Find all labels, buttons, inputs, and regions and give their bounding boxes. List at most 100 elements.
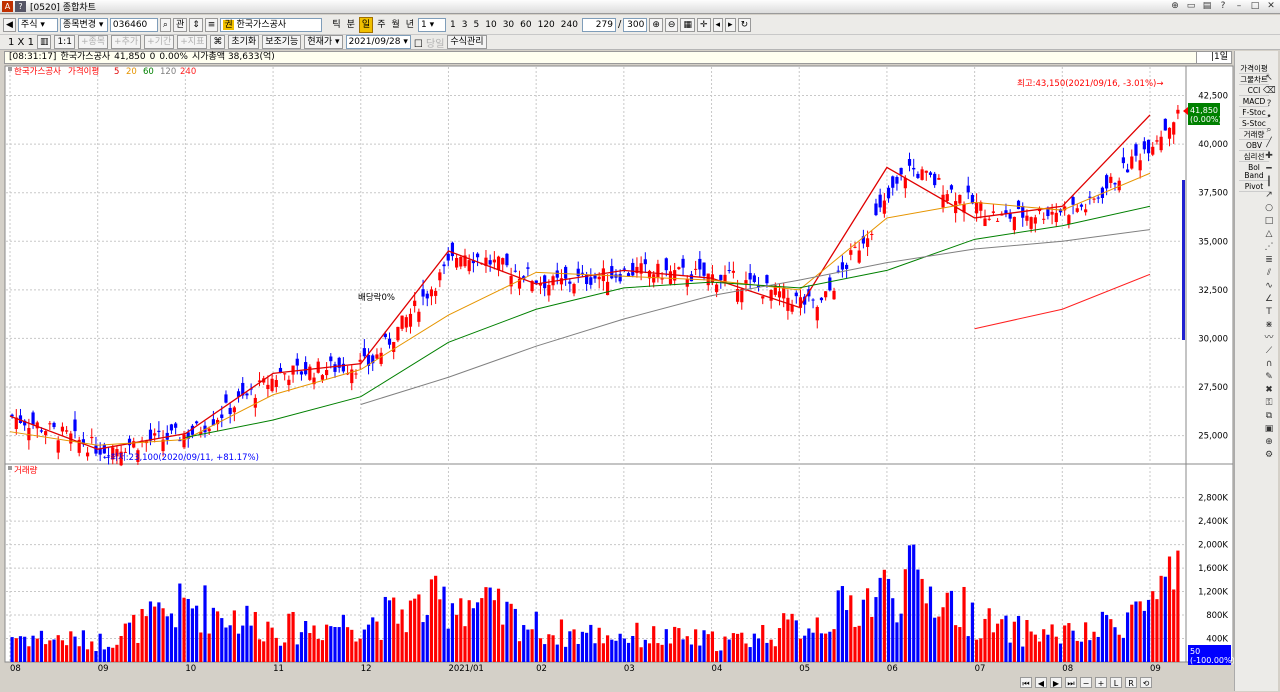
x-tick-label: 04: [712, 664, 723, 674]
candle-body: [840, 262, 845, 270]
fibo-icon[interactable]: ≣: [1263, 254, 1275, 266]
candle-body: [1071, 197, 1075, 205]
volume-tick-label: 2,400K: [1198, 517, 1228, 527]
first-icon[interactable]: ⏮: [1020, 676, 1032, 688]
trend-line-icon[interactable]: ╱: [1263, 137, 1275, 149]
candle-body: [488, 260, 492, 265]
legend-ma240: 240: [180, 67, 196, 77]
candle-body: [220, 414, 224, 418]
candle-body: [1008, 213, 1012, 219]
pen-icon[interactable]: ✎: [1263, 371, 1275, 383]
volume-bar: [1159, 575, 1163, 662]
volume-bar: [174, 627, 178, 662]
volume-bar: [614, 640, 618, 662]
text-icon[interactable]: T: [1263, 306, 1275, 318]
cycle-icon[interactable]: ∿: [1263, 280, 1275, 292]
volume-bar: [35, 638, 39, 662]
candle-body: [605, 281, 610, 296]
maximize-icon[interactable]: □: [1250, 1, 1260, 12]
close-icon[interactable]: ✕: [1266, 1, 1276, 12]
vline-icon[interactable]: ┃: [1263, 176, 1275, 188]
fan-icon[interactable]: ⋰: [1263, 241, 1275, 253]
candle-body: [1029, 217, 1033, 229]
triangle-icon[interactable]: △: [1263, 228, 1275, 240]
angle-icon[interactable]: ∠: [1263, 293, 1275, 305]
volume-bar: [576, 643, 580, 662]
volume-bar: [480, 598, 484, 662]
candle-body: [56, 440, 60, 453]
save-icon[interactable]: ▣: [1263, 423, 1275, 435]
right-icon[interactable]: R: [1125, 676, 1137, 688]
volume-bar: [731, 633, 735, 662]
circle-icon[interactable]: ○: [1263, 202, 1275, 214]
pointer-icon[interactable]: ↖: [1263, 72, 1275, 84]
candle-body: [987, 218, 991, 220]
cross-icon[interactable]: ✚: [1263, 150, 1275, 162]
hline-icon[interactable]: ━: [1263, 163, 1275, 175]
candle-body: [945, 194, 949, 202]
volume-bar: [350, 629, 354, 662]
magnet-icon[interactable]: ∩: [1263, 358, 1275, 370]
volume-bar: [119, 635, 123, 662]
volume-bar: [111, 647, 115, 662]
expand-icon[interactable]: +: [1095, 676, 1107, 688]
rect-icon[interactable]: □: [1263, 215, 1275, 227]
volume-bar: [1042, 629, 1046, 662]
volume-bar: [98, 633, 102, 662]
volume-bar: [182, 597, 186, 662]
candle-body: [853, 246, 857, 248]
ffwd-icon[interactable]: ⏭: [1065, 676, 1077, 688]
channel-icon[interactable]: ⫽: [1263, 267, 1275, 279]
shrink-icon[interactable]: −: [1080, 676, 1092, 688]
volume-bar: [329, 626, 333, 662]
candle-body: [44, 431, 48, 436]
volume-bar: [853, 626, 857, 662]
volume-bar: [1176, 550, 1180, 662]
target-icon[interactable]: ⊕: [1263, 436, 1275, 448]
candle-body: [920, 169, 924, 180]
candle-body: [924, 170, 928, 173]
volume-bar: [450, 603, 455, 662]
gann-icon[interactable]: ⋇: [1263, 319, 1275, 331]
candle-body: [865, 238, 870, 247]
price-tick-label: 25,000: [1198, 432, 1228, 442]
arrow-icon[interactable]: ↗: [1263, 189, 1275, 201]
question-icon[interactable]: ?: [1263, 98, 1275, 110]
volume-bar: [295, 644, 299, 662]
copy-icon[interactable]: ⧉: [1263, 410, 1275, 422]
eraser-icon[interactable]: ⌫: [1263, 85, 1276, 97]
candle-body: [1159, 136, 1163, 151]
candle-body: [90, 436, 94, 439]
candle-body: [543, 275, 547, 289]
chart-svg[interactable]: 25,000 27,500 30,000 32,500 35,000 37,500 40,0…: [0, 0, 1234, 692]
volume-bar: [979, 638, 983, 662]
zoom-icon[interactable]: ⌕: [1263, 124, 1275, 136]
candle-body: [354, 373, 358, 375]
volume-bar: [236, 633, 241, 662]
price-tick-label: 42,500: [1198, 92, 1228, 102]
minimize-icon[interactable]: –: [1234, 1, 1244, 12]
volume-bar: [81, 630, 85, 662]
candle-body: [228, 407, 232, 415]
volume-bar: [706, 634, 710, 662]
volume-bar: [664, 629, 668, 662]
restore-icon[interactable]: ⟲: [1140, 676, 1152, 688]
candle-body: [727, 270, 731, 272]
volume-bar: [899, 613, 903, 662]
wave-icon[interactable]: 〰: [1263, 332, 1275, 344]
play-icon[interactable]: ▶: [1050, 676, 1062, 688]
volume-bar: [140, 608, 144, 662]
volume-bar: [715, 651, 719, 662]
left-icon[interactable]: L: [1110, 676, 1122, 688]
lock-icon[interactable]: ⚿: [1263, 397, 1275, 409]
candle-body: [304, 362, 308, 375]
legend-ma120: 120: [160, 67, 176, 77]
rewind-icon[interactable]: ◀: [1035, 676, 1047, 688]
delete-icon[interactable]: ✖: [1263, 384, 1275, 396]
candle-body: [169, 424, 174, 431]
dot-icon[interactable]: •: [1263, 111, 1275, 123]
candle-body: [752, 275, 756, 283]
speed-icon[interactable]: ⟋: [1263, 345, 1275, 357]
volume-bar: [471, 608, 475, 662]
settings-icon[interactable]: ⚙: [1263, 449, 1275, 461]
